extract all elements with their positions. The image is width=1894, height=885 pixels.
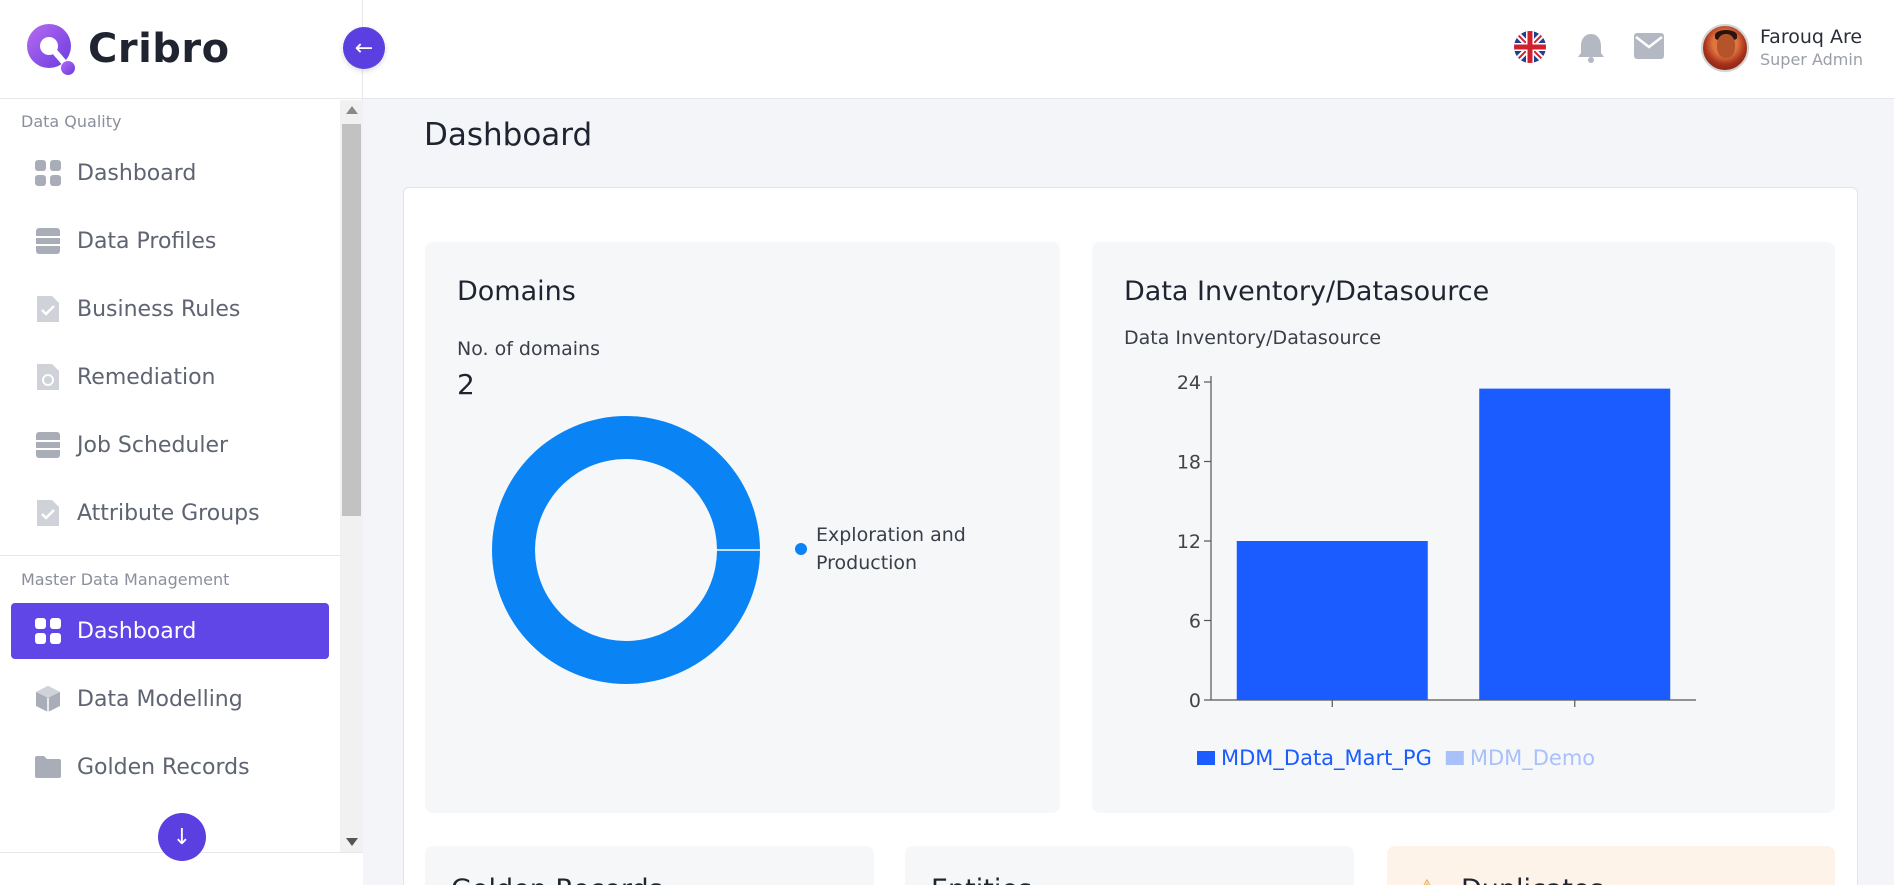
duplicates-title: Duplicates xyxy=(1461,874,1604,885)
legend-label[interactable]: MDM_Demo xyxy=(1470,746,1595,771)
section-divider xyxy=(0,555,340,556)
table-icon xyxy=(35,228,61,254)
sidebar-item-label: Job Scheduler xyxy=(77,432,229,458)
y-tick-label: 12 xyxy=(1177,531,1201,553)
y-tick-label: 6 xyxy=(1189,611,1201,633)
sidebar-item-golden-records[interactable]: Golden Records xyxy=(11,739,329,795)
cribro-logo-icon xyxy=(24,21,78,77)
sidebar-item-label: Attribute Groups xyxy=(77,500,260,526)
bell-icon[interactable] xyxy=(1576,31,1606,63)
sidebar-item-business-rules[interactable]: Business Rules xyxy=(11,281,329,337)
grid-icon xyxy=(35,618,61,644)
golden-records-panel: Golden Records xyxy=(425,846,874,885)
sidebar-item-label: Dashboard xyxy=(77,618,197,644)
sidebar-item-job-scheduler[interactable]: Job Scheduler xyxy=(11,417,329,473)
legend-label[interactable]: Exploration and Production xyxy=(816,521,996,577)
user-name[interactable]: Farouq Are xyxy=(1760,26,1862,48)
legend-label[interactable]: MDM_Data_Mart_PG xyxy=(1221,746,1432,771)
cube-icon xyxy=(35,686,61,712)
section-label-mdm: Master Data Management xyxy=(21,570,230,589)
brand[interactable]: Cribro xyxy=(0,0,362,99)
sidebar-scrollbar[interactable] xyxy=(340,100,363,852)
scroll-down-arrow-icon[interactable] xyxy=(346,838,358,846)
sidebar-item-data-modelling[interactable]: Data Modelling xyxy=(11,671,329,727)
doc-refresh-icon xyxy=(35,364,61,390)
duplicates-panel: Duplicates ⚠ xyxy=(1387,846,1835,885)
doc-check-icon xyxy=(35,296,61,322)
avatar[interactable] xyxy=(1701,24,1749,72)
bar[interactable] xyxy=(1479,388,1671,700)
legend-marker xyxy=(795,543,807,555)
y-tick-label: 0 xyxy=(1189,690,1201,712)
entities-title: Entities xyxy=(931,874,1032,885)
collapse-sidebar-button[interactable]: ← xyxy=(343,27,385,69)
section-label-data-quality: Data Quality xyxy=(21,112,122,131)
sidebar-item-label: Business Rules xyxy=(77,296,241,322)
domains-panel: Domains No. of domains 2 Exploration and… xyxy=(425,242,1060,813)
golden-records-title: Golden Records xyxy=(451,874,663,885)
arrow-down-icon: ↓ xyxy=(172,824,192,850)
sidebar-item-label: Remediation xyxy=(77,364,216,390)
warning-icon: ⚠ xyxy=(1417,876,1437,885)
doc-check-icon xyxy=(35,500,61,526)
sidebar: Cribro Data Quality Dashboard Data Profi… xyxy=(0,0,363,885)
scroll-thumb[interactable] xyxy=(342,124,361,516)
y-tick-label: 18 xyxy=(1177,452,1201,474)
scroll-up-arrow-icon[interactable] xyxy=(346,106,358,114)
folder-icon xyxy=(35,754,61,780)
legend-swatch xyxy=(1197,751,1215,765)
sidebar-item-attribute-groups[interactable]: Attribute Groups xyxy=(11,485,329,541)
avatar-face xyxy=(1717,34,1735,58)
scroll-down-button[interactable]: ↓ xyxy=(158,813,206,861)
uk-flag-icon[interactable] xyxy=(1514,31,1546,63)
table-icon xyxy=(35,432,61,458)
sidebar-item-remediation[interactable]: Remediation xyxy=(11,349,329,405)
sidebar-item-dq-dashboard[interactable]: Dashboard xyxy=(11,145,329,201)
sidebar-item-label: Dashboard xyxy=(77,160,197,186)
sidebar-nav: Data Quality Dashboard Data Profiles Bus… xyxy=(0,100,340,852)
grid-icon xyxy=(35,160,61,186)
arrow-left-icon: ← xyxy=(354,35,374,61)
user-role: Super Admin xyxy=(1760,50,1863,69)
brand-name: Cribro xyxy=(88,26,230,72)
bar[interactable] xyxy=(1236,541,1428,700)
mail-icon[interactable] xyxy=(1634,33,1664,59)
entities-panel: Entities xyxy=(905,846,1354,885)
topbar: Farouq Are Super Admin xyxy=(363,0,1894,99)
sidebar-item-mdm-dashboard[interactable]: Dashboard xyxy=(11,603,329,659)
inventory-bar-chart: 0 6 12 18 24 MDM_Data_Mart_PG MDM_Demo xyxy=(1177,372,1696,771)
page-title: Dashboard xyxy=(424,117,593,153)
sidebar-item-label: Data Profiles xyxy=(77,228,217,254)
sidebar-item-label: Golden Records xyxy=(77,754,250,780)
inventory-panel: Data Inventory/Datasource Data Inventory… xyxy=(1092,242,1835,813)
sidebar-item-label: Data Modelling xyxy=(77,686,243,712)
sidebar-item-data-profiles[interactable]: Data Profiles xyxy=(11,213,329,269)
y-tick-label: 24 xyxy=(1177,372,1201,394)
legend-swatch xyxy=(1445,751,1464,765)
